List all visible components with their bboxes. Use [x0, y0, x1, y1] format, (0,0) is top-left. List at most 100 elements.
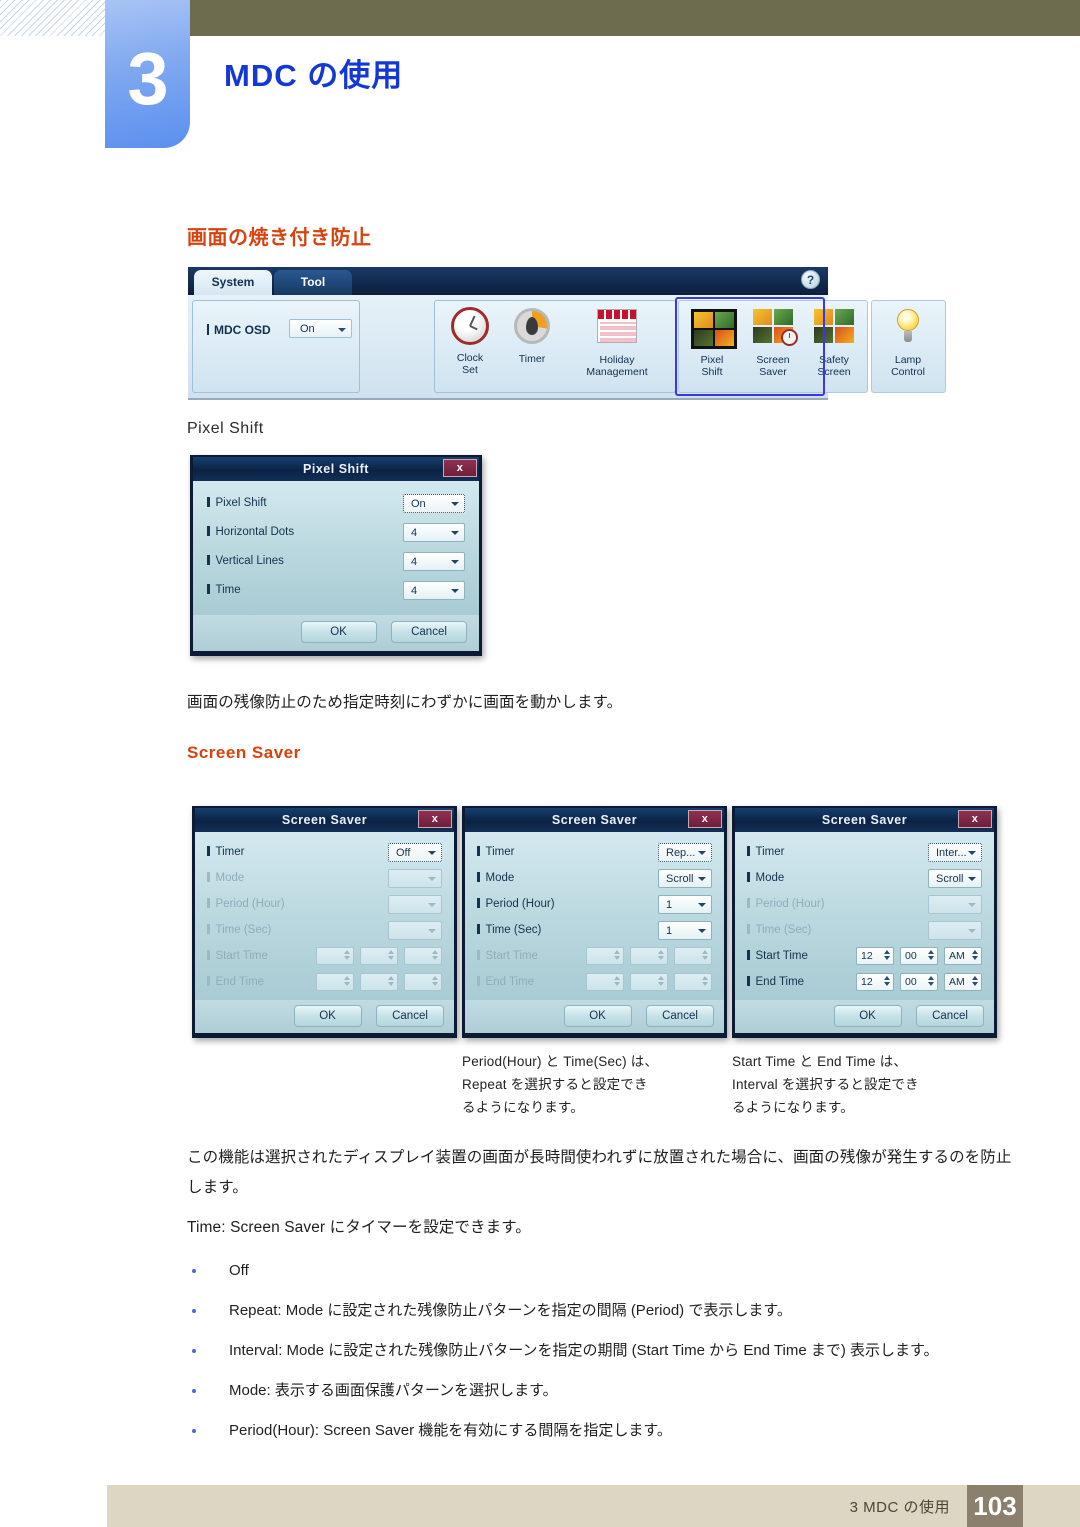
- vertical-lines-select[interactable]: 4: [403, 551, 465, 571]
- cancel-button[interactable]: Cancel: [916, 1005, 984, 1027]
- end-minute-stepper[interactable]: 00: [900, 973, 938, 991]
- toolbar-item-screen-saver[interactable]: Screen Saver: [744, 305, 802, 378]
- start-minute-stepper: [630, 947, 668, 965]
- mdc-osd-value: On: [300, 323, 315, 335]
- pixel-shift-dialog: Pixel Shift x Pixel Shift On Horizontal …: [190, 455, 482, 656]
- time-sec-select[interactable]: 1: [658, 920, 712, 940]
- toolbar-item-safety-screen[interactable]: Safety Screen: [805, 305, 863, 378]
- mode-select[interactable]: Scroll: [928, 868, 982, 888]
- field-label: End Time: [747, 976, 856, 988]
- start-minute-value: 00: [905, 950, 917, 962]
- chevron-down-icon: [968, 902, 976, 907]
- list-item-text: Off: [229, 1262, 249, 1279]
- start-time-spinners: [586, 947, 712, 965]
- field-row-time: Time 4: [207, 580, 465, 600]
- tab-system[interactable]: System: [194, 270, 272, 295]
- ok-button[interactable]: OK: [833, 1005, 902, 1027]
- time-sec-select: [928, 920, 982, 940]
- field-row-end-time: End Time 12 00 AM: [747, 972, 982, 992]
- horizontal-dots-select[interactable]: 4: [403, 522, 465, 542]
- field-label: Start Time: [207, 950, 316, 962]
- list-item: Repeat: Mode に設定された残像防止パターンを指定の間隔 (Perio…: [187, 1297, 1019, 1325]
- field-label: Time (Sec): [207, 924, 388, 936]
- toolbar-group-osd: MDC OSD On: [192, 300, 360, 393]
- field-row-period: Period (Hour): [747, 894, 982, 914]
- toolbar-item-pixel-shift[interactable]: Pixel Shift: [683, 305, 741, 378]
- end-time-spinners: [316, 973, 442, 991]
- toolbar-body: MDC OSD On Clock Set Timer Holiday Manag…: [188, 295, 946, 398]
- screen-saver-dialog-repeat: Screen Saver x Timer Rep... Mode Scroll …: [462, 806, 727, 1038]
- field-label: Time (Sec): [477, 924, 658, 936]
- timer-select[interactable]: Rep...: [658, 842, 712, 862]
- list-item-text: Repeat: Mode に設定された残像防止パターンを指定の間隔 (Perio…: [229, 1302, 792, 1319]
- toolbar-item-label: Holiday: [599, 354, 635, 366]
- end-hour-stepper[interactable]: 12: [856, 973, 894, 991]
- end-meridiem-value: AM: [949, 976, 965, 988]
- caption-repeat: Period(Hour) と Time(Sec) は、 Repeat を選択する…: [462, 1054, 659, 1115]
- chevron-down-icon: [698, 876, 706, 881]
- list-item-text: Mode: 表示する画面保護パターンを選択します。: [229, 1382, 558, 1399]
- field-value: 1: [666, 924, 673, 937]
- toolbar-item-label: Pixel: [700, 354, 724, 366]
- pixel-shift-select[interactable]: On: [403, 493, 465, 513]
- tab-tool[interactable]: Tool: [274, 270, 352, 295]
- cancel-button[interactable]: Cancel: [376, 1005, 444, 1027]
- timer-select[interactable]: Inter...: [928, 842, 982, 862]
- toolbar-item-lamp-control[interactable]: Lamp Control: [879, 305, 937, 378]
- start-minute-stepper[interactable]: 00: [900, 947, 938, 965]
- field-label: Timer: [477, 846, 658, 858]
- help-icon[interactable]: ?: [801, 270, 820, 289]
- toolbar-item-label2: Screen: [817, 366, 851, 378]
- chevron-down-icon: [698, 902, 706, 907]
- timer-select[interactable]: Off: [388, 842, 442, 862]
- field-label: Period (Hour): [747, 898, 928, 910]
- field-row-horizontal-dots: Horizontal Dots 4: [207, 522, 465, 542]
- chevron-down-icon: [428, 928, 436, 933]
- start-meridiem-stepper[interactable]: AM: [944, 947, 982, 965]
- toolbar-item-label2: Set: [462, 364, 478, 376]
- ok-button[interactable]: OK: [293, 1005, 362, 1027]
- start-time-spinners: 12 00 AM: [856, 947, 982, 965]
- close-icon[interactable]: x: [418, 810, 452, 828]
- end-minute-stepper: [630, 973, 668, 991]
- screen-saver-subhead: Screen Saver: [187, 743, 301, 762]
- dialog-title-bar: Screen Saver x: [465, 808, 724, 832]
- close-icon[interactable]: x: [958, 810, 992, 828]
- toolbar-item-timer[interactable]: Timer: [503, 305, 561, 365]
- toolbar-item-clock-set[interactable]: Clock Set: [441, 305, 499, 376]
- close-icon[interactable]: x: [443, 459, 477, 477]
- field-label: Time: [207, 584, 403, 596]
- chevron-down-icon: [451, 530, 459, 535]
- field-row-time-sec: Time (Sec) 1: [477, 920, 712, 940]
- toolbar-item-holiday-management[interactable]: Holiday Management: [563, 305, 671, 378]
- end-time-spinners: 12 00 AM: [856, 973, 982, 991]
- mode-select[interactable]: Scroll: [658, 868, 712, 888]
- toolbar-item-label: Screen: [756, 354, 790, 366]
- page-number: 103: [967, 1485, 1023, 1527]
- clock-icon: [449, 307, 491, 349]
- ok-button[interactable]: OK: [563, 1005, 632, 1027]
- field-label: Mode: [747, 872, 928, 884]
- cancel-button[interactable]: Cancel: [646, 1005, 714, 1027]
- start-time-spinners: [316, 947, 442, 965]
- list-item: Period(Hour): Screen Saver 機能を有効にする間隔を指定…: [187, 1417, 1019, 1445]
- dialog-body: Timer Off Mode Period (Hour) Time (Sec) …: [195, 832, 454, 1000]
- time-sec-select: [388, 920, 442, 940]
- field-label: Time (Sec): [747, 924, 928, 936]
- end-meridiem-stepper[interactable]: AM: [944, 973, 982, 991]
- close-icon[interactable]: x: [688, 810, 722, 828]
- period-select[interactable]: 1: [658, 894, 712, 914]
- field-row-period: Period (Hour) 1: [477, 894, 712, 914]
- field-label: Period (Hour): [477, 898, 658, 910]
- ok-button[interactable]: OK: [300, 621, 377, 643]
- time-select[interactable]: 4: [403, 580, 465, 600]
- dialog-title: Screen Saver: [821, 813, 908, 827]
- field-row-mode: Mode: [207, 868, 442, 888]
- cancel-button[interactable]: Cancel: [391, 621, 467, 643]
- mdc-osd-select[interactable]: On: [289, 319, 352, 338]
- decorative-hatch-pattern: [0, 0, 107, 36]
- bullet-dot-icon: [192, 1349, 196, 1353]
- end-minute-value: 00: [905, 976, 917, 988]
- field-value: Scroll: [666, 872, 694, 885]
- start-hour-stepper[interactable]: 12: [856, 947, 894, 965]
